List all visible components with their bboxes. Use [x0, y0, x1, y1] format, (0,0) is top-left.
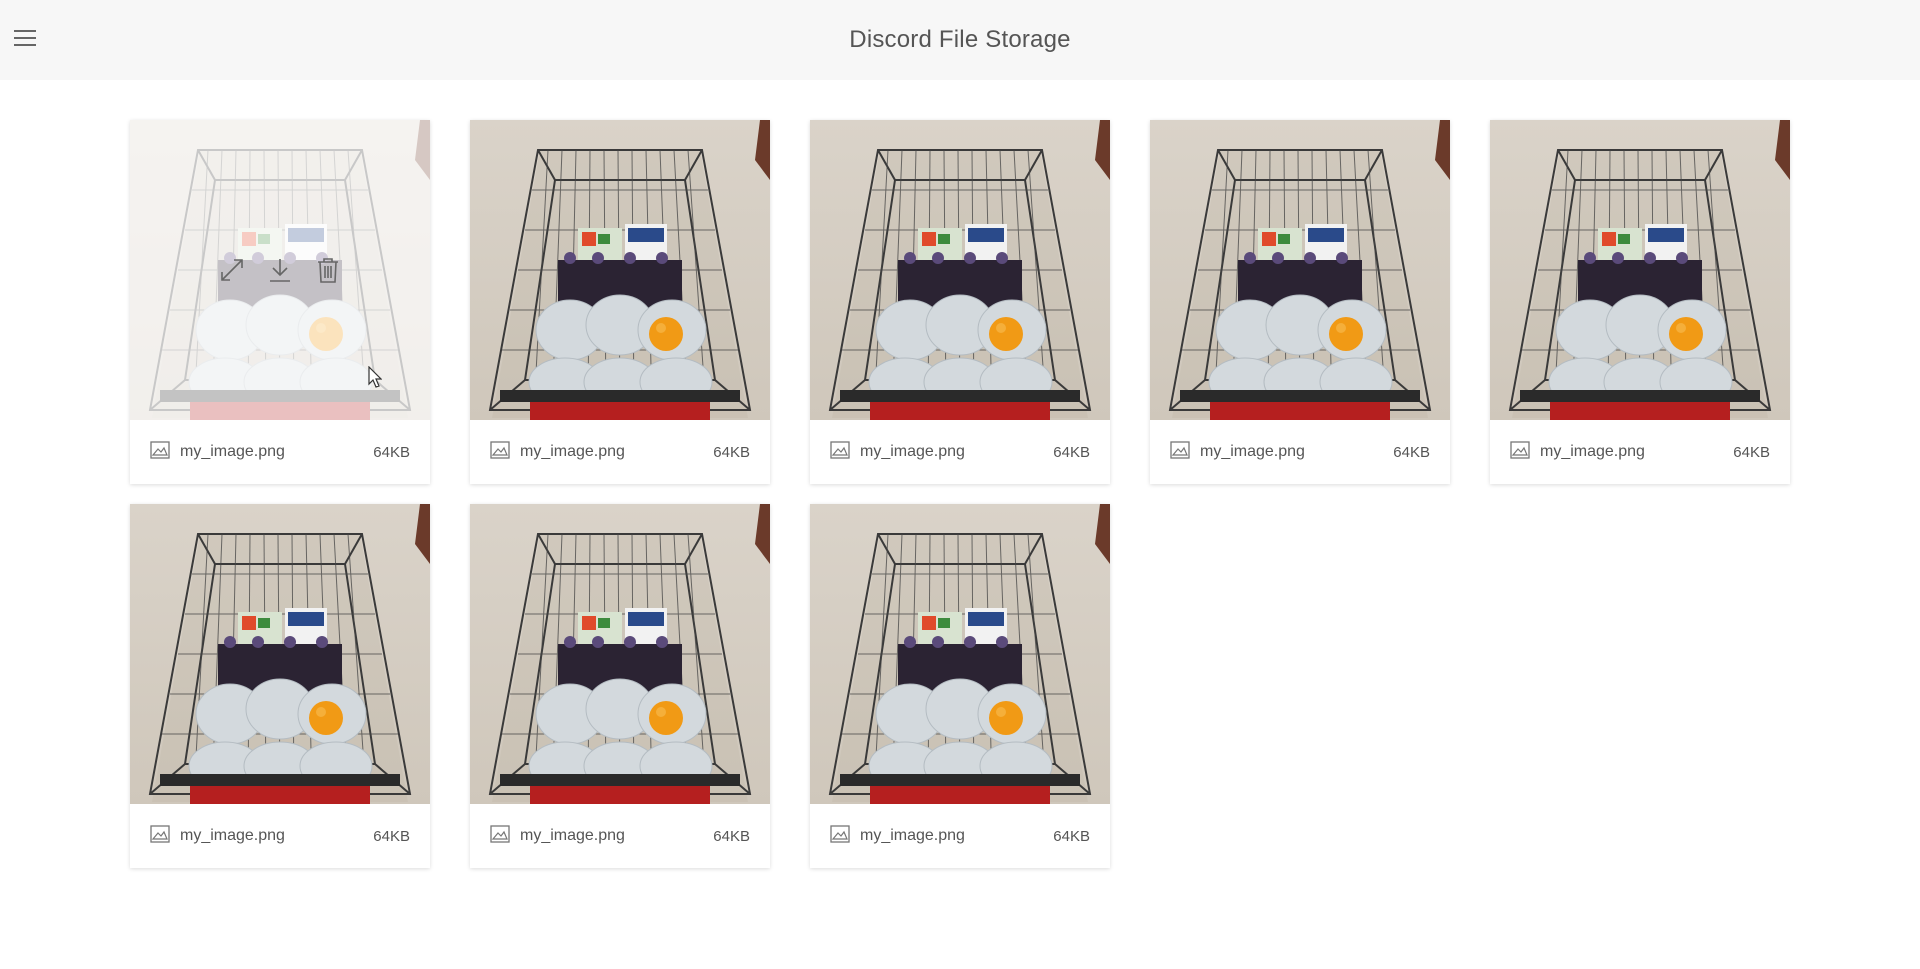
file-card-footer: my_image.png 64KB — [810, 804, 1110, 868]
cart-photo — [810, 504, 1110, 804]
file-card-footer: my_image.png 64KB — [130, 420, 430, 484]
file-name: my_image.png — [520, 827, 625, 844]
cart-photo — [810, 120, 1110, 420]
file-card[interactable]: my_image.png 64KB — [470, 120, 770, 484]
file-card-footer: my_image.png 64KB — [810, 420, 1110, 484]
image-file-icon — [1170, 440, 1190, 464]
file-name: my_image.png — [1540, 443, 1645, 460]
file-size: 64KB — [1053, 827, 1090, 845]
file-size: 64KB — [1053, 443, 1090, 461]
top-bar: Discord File Storage — [0, 0, 1920, 80]
cart-photo — [1150, 120, 1450, 420]
trash-icon[interactable] — [315, 257, 341, 283]
file-name: my_image.png — [860, 827, 965, 844]
file-size: 64KB — [713, 827, 750, 845]
file-card[interactable]: my_image.png 64KB — [810, 120, 1110, 484]
image-file-icon — [150, 440, 170, 464]
image-file-icon — [830, 440, 850, 464]
file-size: 64KB — [1733, 443, 1770, 461]
image-file-icon — [490, 440, 510, 464]
file-card-footer: my_image.png 64KB — [470, 420, 770, 484]
file-grid: my_image.png 64KB my_image.png 64KB my_i… — [130, 120, 1790, 868]
hamburger-menu-icon[interactable] — [14, 30, 36, 48]
image-file-icon — [830, 824, 850, 848]
file-card[interactable]: my_image.png 64KB — [130, 504, 430, 868]
file-card[interactable]: my_image.png 64KB — [810, 504, 1110, 868]
file-size: 64KB — [713, 443, 750, 461]
file-thumbnail[interactable] — [810, 504, 1110, 804]
file-card-footer: my_image.png 64KB — [470, 804, 770, 868]
file-name: my_image.png — [520, 443, 625, 460]
cart-photo — [470, 504, 770, 804]
file-name: my_image.png — [860, 443, 965, 460]
file-thumbnail[interactable] — [470, 504, 770, 804]
file-name: my_image.png — [180, 443, 285, 460]
file-thumbnail[interactable] — [1490, 120, 1790, 420]
file-actions-overlay — [130, 120, 430, 420]
download-icon[interactable] — [267, 257, 293, 283]
image-file-icon — [490, 824, 510, 848]
file-card[interactable]: my_image.png 64KB — [1490, 120, 1790, 484]
file-thumbnail[interactable] — [130, 504, 430, 804]
file-size: 64KB — [373, 443, 410, 461]
app-title: Discord File Storage — [849, 26, 1071, 53]
file-card-footer: my_image.png 64KB — [130, 804, 430, 868]
file-card[interactable]: my_image.png 64KB — [130, 120, 430, 484]
file-thumbnail[interactable] — [1150, 120, 1450, 420]
file-size: 64KB — [373, 827, 410, 845]
file-card[interactable]: my_image.png 64KB — [1150, 120, 1450, 484]
file-thumbnail[interactable] — [810, 120, 1110, 420]
file-size: 64KB — [1393, 443, 1430, 461]
file-name: my_image.png — [1200, 443, 1305, 460]
cart-photo — [1490, 120, 1790, 420]
file-card[interactable]: my_image.png 64KB — [470, 504, 770, 868]
file-name: my_image.png — [180, 827, 285, 844]
image-file-icon — [1510, 440, 1530, 464]
file-thumbnail[interactable] — [470, 120, 770, 420]
file-card-footer: my_image.png 64KB — [1490, 420, 1790, 484]
cart-photo — [130, 504, 430, 804]
expand-icon[interactable] — [219, 257, 245, 283]
image-file-icon — [150, 824, 170, 848]
cart-photo — [470, 120, 770, 420]
file-card-footer: my_image.png 64KB — [1150, 420, 1450, 484]
